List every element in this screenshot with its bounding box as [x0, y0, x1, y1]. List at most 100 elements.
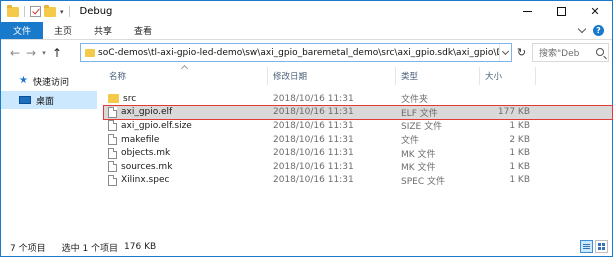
item-count: 7 个项目 [10, 243, 46, 254]
close-icon: ✕ [590, 5, 600, 18]
column-header-type[interactable]: 类型 [396, 67, 480, 85]
file-name: objects.mk [121, 148, 171, 159]
folder-icon [85, 48, 95, 57]
arrow-up-icon: ↑ [51, 46, 63, 60]
divider [68, 6, 70, 17]
nav-item-label: 桌面 [36, 96, 55, 107]
file-date: 2018/10/16 11:31 [273, 148, 354, 159]
file-size: 1 KB [509, 175, 530, 186]
file-type: SPEC 文件 [401, 176, 445, 187]
view-switcher [580, 240, 608, 253]
search-input[interactable]: 搜索"Deb [532, 43, 609, 62]
maximize-icon [556, 7, 566, 16]
file-type: SIZE 文件 [401, 122, 443, 133]
desktop-icon [19, 96, 31, 104]
file-type: 文件夹 [401, 95, 429, 106]
explorer-window: ▾ Debug ✕ 文件 主页 共享 查看 ? ← → ▾ ↑ soC-demo… [0, 0, 613, 257]
file-row[interactable]: axi_gpio.elf.size 2018/10/16 11:31 SIZE … [104, 119, 612, 133]
help-icon[interactable]: ? [593, 25, 604, 36]
selected-count: 选中 1 个项目 [61, 243, 119, 254]
file-size: 1 KB [509, 120, 530, 131]
arrow-left-icon: ← [9, 46, 21, 60]
large-icons-view-button[interactable] [595, 240, 608, 253]
recent-locations-dropdown[interactable]: ▾ [39, 49, 49, 57]
star-icon: ★ [19, 75, 28, 86]
title-bar: ▾ Debug ✕ [1, 1, 612, 22]
search-icon [596, 48, 604, 56]
address-row: ← → ▾ ↑ soC-demos\tl-axi-gpio-led-demo\s… [1, 41, 612, 65]
arrow-right-icon: → [25, 46, 37, 60]
minimize-icon [522, 11, 532, 12]
forward-button[interactable]: → [23, 45, 39, 61]
refresh-icon: ↻ [516, 46, 527, 59]
file-icon [108, 134, 117, 146]
column-header-row: 名称 修改日期 类型 大小 [104, 64, 612, 85]
column-header-size[interactable]: 大小 [480, 67, 536, 85]
navigation-pane: ★ 快速访问 桌面 [1, 67, 97, 235]
file-icon [108, 174, 117, 186]
file-date: 2018/10/16 11:31 [273, 93, 354, 104]
refresh-button[interactable]: ↻ [513, 44, 530, 61]
tab-share[interactable]: 共享 [83, 22, 123, 39]
quick-access-dropdown-icon[interactable]: ▾ [60, 8, 64, 16]
file-name: axi_gpio.elf [121, 107, 173, 118]
folder-icon [7, 4, 19, 17]
file-type: MK 文件 [401, 149, 436, 160]
file-list: 名称 修改日期 类型 大小 src 2018/10/16 11:31 文件夹 a… [103, 64, 613, 235]
file-icon [108, 106, 117, 118]
address-bar[interactable]: soC-demos\tl-axi-gpio-led-demo\sw\axi_gp… [80, 43, 512, 62]
file-name: Xilinx.spec [121, 175, 170, 186]
file-size: 1 KB [509, 161, 530, 172]
file-date: 2018/10/16 11:31 [273, 107, 354, 118]
file-icon [108, 147, 117, 159]
window-title: Debug [79, 6, 113, 17]
file-name: makefile [121, 134, 160, 145]
file-icon [108, 161, 117, 173]
address-path[interactable]: soC-demos\tl-axi-gpio-led-demo\sw\axi_gp… [98, 48, 499, 58]
tab-file[interactable]: 文件 [1, 22, 44, 39]
file-date: 2018/10/16 11:31 [273, 175, 354, 186]
file-size: 177 KB [497, 107, 530, 118]
file-row[interactable]: objects.mk 2018/10/16 11:31 MK 文件 1 KB [104, 146, 612, 160]
nav-item-desktop[interactable]: 桌面 [1, 91, 97, 109]
tab-view[interactable]: 查看 [123, 22, 163, 39]
column-header-date[interactable]: 修改日期 [268, 67, 396, 85]
file-date: 2018/10/16 11:31 [273, 120, 354, 131]
address-dropdown-button[interactable] [499, 44, 511, 61]
file-size: 2 KB [509, 134, 530, 145]
file-date: 2018/10/16 11:31 [273, 134, 354, 145]
tab-home[interactable]: 主页 [43, 22, 83, 39]
expand-ribbon-icon[interactable] [577, 24, 587, 34]
maximize-button[interactable] [544, 1, 578, 22]
details-view-button[interactable] [580, 240, 593, 253]
minimize-button[interactable] [510, 1, 544, 22]
ribbon-tabs: 文件 主页 共享 查看 ? [1, 22, 612, 40]
quick-access-toolbar: ▾ [1, 1, 72, 22]
properties-icon[interactable] [30, 6, 41, 17]
up-button[interactable]: ↑ [49, 45, 65, 61]
file-type: ELF 文件 [401, 108, 438, 119]
back-button[interactable]: ← [7, 45, 23, 61]
file-row[interactable]: Xilinx.spec 2018/10/16 11:31 SPEC 文件 1 K… [104, 174, 612, 188]
ribbon-controls: ? [577, 22, 612, 39]
divider [24, 6, 25, 17]
file-name: axi_gpio.elf.size [121, 120, 192, 131]
selected-size: 176 KB [124, 242, 157, 252]
file-row-selected[interactable]: axi_gpio.elf 2018/10/16 11:31 ELF 文件 177… [103, 104, 613, 121]
file-type: 文件 [401, 136, 420, 147]
status-bar: 7 个项目 选中 1 个项目 176 KB [1, 237, 612, 257]
nav-item-label: 快速访问 [32, 77, 69, 88]
file-row[interactable]: src 2018/10/16 11:31 文件夹 [104, 92, 612, 106]
file-icon [108, 120, 117, 132]
file-rows: src 2018/10/16 11:31 文件夹 axi_gpio.elf 20… [103, 92, 613, 188]
chevron-down-icon [501, 47, 510, 55]
close-button[interactable]: ✕ [578, 1, 612, 22]
folder-icon [108, 94, 119, 104]
nav-item-quick-access[interactable]: ★ 快速访问 [1, 72, 97, 90]
file-type: MK 文件 [401, 163, 436, 174]
file-size: 1 KB [509, 148, 530, 159]
file-row[interactable]: makefile 2018/10/16 11:31 文件 2 KB [104, 133, 612, 147]
file-row[interactable]: sources.mk 2018/10/16 11:31 MK 文件 1 KB [104, 160, 612, 174]
file-name: src [123, 93, 137, 104]
new-folder-icon[interactable] [44, 4, 56, 17]
